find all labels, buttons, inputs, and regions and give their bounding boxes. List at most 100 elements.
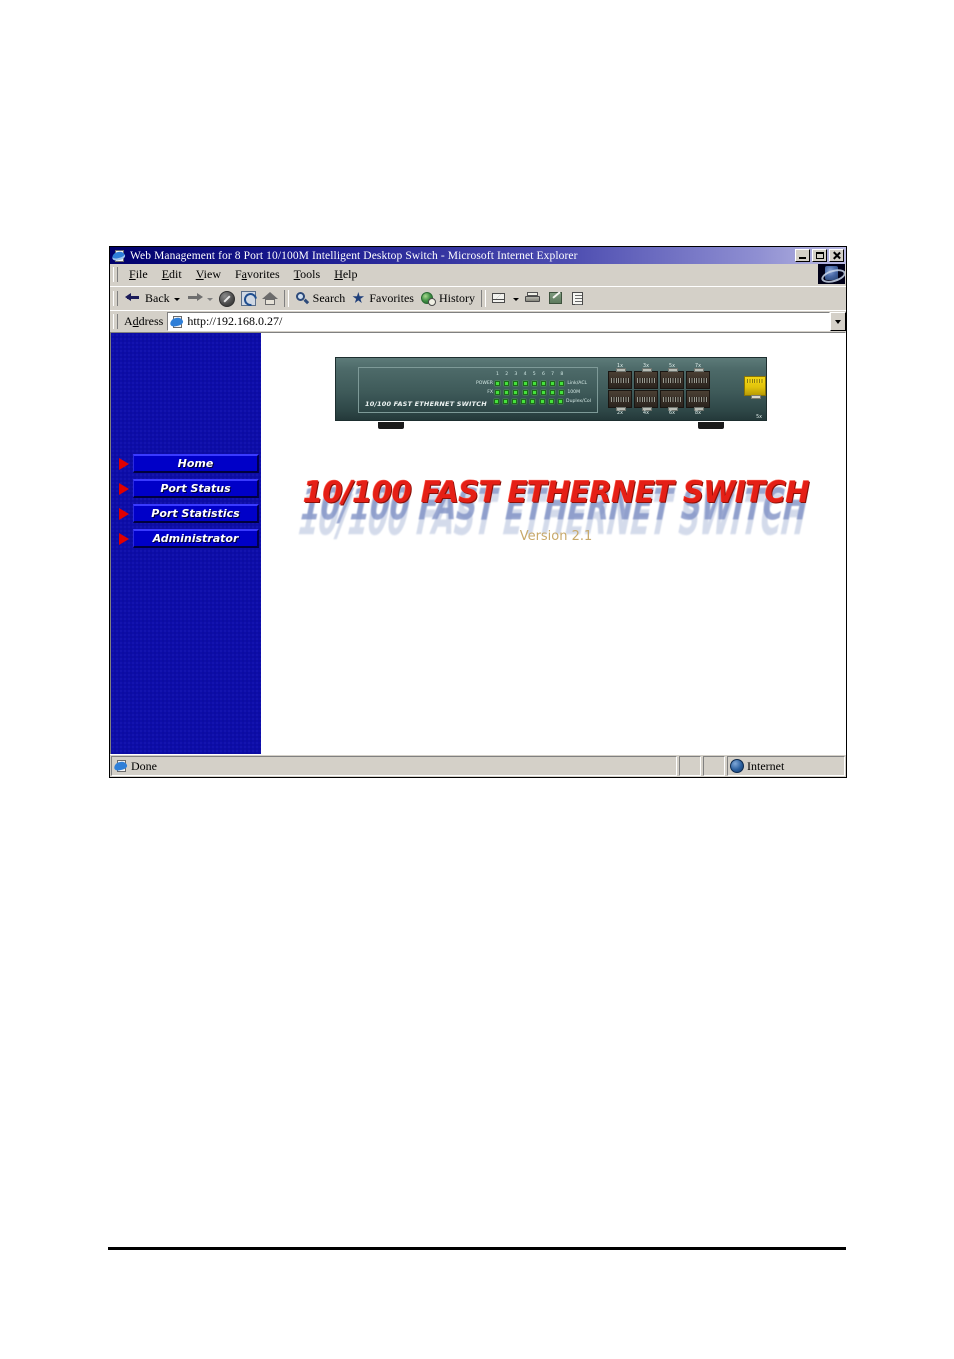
- led-num: 3: [514, 372, 518, 377]
- sidebar-item-port-statistics[interactable]: Port Statistics: [119, 503, 259, 524]
- led-column-numbers: 1 2 3 4 5 6 7 8: [495, 372, 564, 377]
- forward-button[interactable]: [183, 288, 216, 309]
- address-dropdown-button[interactable]: [830, 312, 846, 331]
- led-group: [493, 398, 564, 404]
- search-icon: [295, 291, 310, 306]
- led-right-label: 100M: [567, 389, 581, 395]
- sidebar-nav: Home Port Status Port Statistics Adminis…: [111, 333, 261, 754]
- refresh-button[interactable]: [238, 288, 259, 309]
- rj45-port-icon: [634, 368, 658, 389]
- history-button[interactable]: History: [417, 288, 478, 309]
- uplink-port-icon: [744, 376, 766, 399]
- sidebar-item-home[interactable]: Home: [119, 453, 259, 474]
- menu-favorites[interactable]: Favorites: [228, 266, 287, 283]
- rj45-port-icon: [686, 368, 710, 389]
- refresh-icon: [240, 291, 256, 306]
- port-label: 4x: [643, 411, 649, 416]
- home-icon: [261, 291, 278, 306]
- footer-divider: [108, 1247, 846, 1250]
- rj45-port-icon: [634, 390, 658, 411]
- menu-grip[interactable]: [113, 267, 118, 282]
- close-button[interactable]: [829, 249, 844, 262]
- sidebar-item-label: Administrator: [152, 532, 239, 545]
- port-column: [660, 368, 684, 411]
- triangle-bullet-icon: [119, 507, 129, 520]
- version-label: Version 2.1: [519, 529, 593, 544]
- status-bar: Done Internet: [110, 754, 846, 777]
- device-front-panel: 10/100 FAST ETHERNET SWITCH 1 2 3 4 5 6 …: [358, 367, 598, 413]
- led-num: 5: [532, 372, 536, 377]
- address-input[interactable]: http://192.168.0.27/: [167, 312, 830, 331]
- menu-help[interactable]: Help: [327, 266, 364, 283]
- zone-text: Internet: [747, 758, 785, 773]
- led-left-label: POWER: [475, 380, 493, 386]
- led-num: 4: [523, 372, 527, 377]
- main-content: 10/100 FAST ETHERNET SWITCH 1 2 3 4 5 6 …: [261, 333, 845, 754]
- status-message-pane: Done: [111, 756, 677, 776]
- mail-icon: [491, 291, 509, 306]
- menu-file[interactable]: File: [122, 266, 155, 283]
- rj45-port-icon: [660, 368, 684, 389]
- banner-text: 10/100 FAST ETHERNET SWITCH: [302, 475, 810, 509]
- back-dropdown-icon[interactable]: [173, 298, 180, 301]
- sidebar-item-label: Port Statistics: [151, 507, 240, 520]
- back-arrow-icon: [125, 291, 142, 306]
- rj45-port-icon: [686, 390, 710, 411]
- search-label: Search: [312, 291, 346, 305]
- printer-icon: [524, 291, 542, 306]
- history-label: History: [438, 291, 475, 305]
- restore-button[interactable]: [812, 249, 827, 262]
- print-button[interactable]: [522, 288, 545, 309]
- device-foot: [378, 422, 404, 429]
- led-group: [495, 380, 565, 386]
- window-controls: [795, 249, 845, 262]
- discuss-button[interactable]: [567, 288, 588, 309]
- search-button[interactable]: Search: [292, 288, 349, 309]
- toolbar: Back Search Favorites History: [110, 286, 846, 310]
- sidebar-item-label: Home: [177, 457, 214, 470]
- menu-edit[interactable]: Edit: [155, 266, 189, 283]
- address-label: Address: [124, 314, 164, 328]
- address-url-text: http://192.168.0.27/: [187, 314, 283, 328]
- toolbar-separator-2: [480, 290, 486, 307]
- uplink-port-label: 5x: [756, 415, 762, 420]
- address-grip[interactable]: [113, 314, 118, 329]
- edit-button[interactable]: [545, 288, 567, 309]
- triangle-bullet-icon: [119, 457, 129, 470]
- led-row-duplex: Duplex/Col: [463, 397, 591, 405]
- menu-tools[interactable]: Tools: [287, 266, 328, 283]
- stop-button[interactable]: [216, 288, 238, 309]
- status-pane-empty-1: [679, 756, 701, 776]
- forward-dropdown-icon[interactable]: [206, 298, 213, 301]
- nav-list: Home Port Status Port Statistics Adminis…: [119, 453, 259, 553]
- rj45-port-icon: [608, 368, 632, 389]
- led-num: 8: [560, 372, 564, 377]
- device-foot: [698, 422, 724, 429]
- rj45-port-icon: [660, 390, 684, 411]
- ie-document-icon: [111, 249, 126, 263]
- favorites-button[interactable]: Favorites: [348, 288, 417, 309]
- address-bar: Address http://192.168.0.27/: [110, 310, 846, 332]
- sidebar-item-port-status[interactable]: Port Status: [119, 478, 259, 499]
- led-row-power: POWER Link/ACL: [463, 379, 591, 387]
- led-group: [495, 389, 565, 395]
- switch-device-image: 10/100 FAST ETHERNET SWITCH 1 2 3 4 5 6 …: [335, 357, 767, 429]
- home-button[interactable]: [259, 288, 281, 309]
- discuss-document-icon: [570, 291, 585, 306]
- security-zone-pane[interactable]: Internet: [727, 756, 845, 776]
- mail-button[interactable]: [489, 288, 522, 309]
- forward-arrow-icon: [186, 291, 203, 306]
- led-num: 7: [551, 372, 555, 377]
- minimize-button[interactable]: [795, 249, 810, 262]
- mail-dropdown-icon[interactable]: [512, 298, 519, 301]
- menu-view[interactable]: View: [189, 266, 228, 283]
- menu-bar: File Edit View Favorites Tools Help: [110, 264, 846, 286]
- history-clock-icon: [420, 291, 436, 306]
- port-labels-bottom: 2x 4x 6x 8x: [608, 411, 716, 416]
- status-pane-empty-2: [703, 756, 725, 776]
- rj45-port-icon: [608, 390, 632, 411]
- back-button[interactable]: Back: [122, 288, 183, 309]
- toolbar-grip[interactable]: [113, 291, 118, 306]
- toolbar-separator: [283, 290, 289, 307]
- sidebar-item-administrator[interactable]: Administrator: [119, 528, 259, 549]
